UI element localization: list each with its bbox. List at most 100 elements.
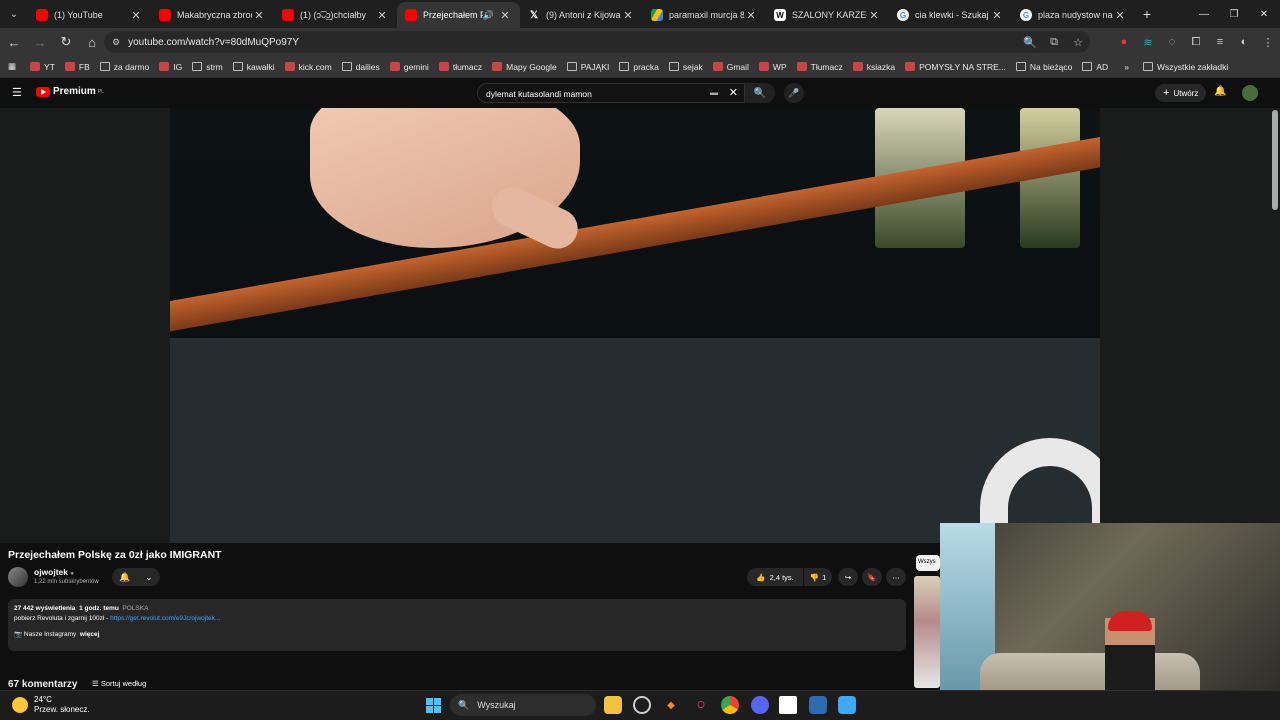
translate-extension-icon[interactable]: ≋ <box>1136 36 1160 49</box>
sort-comments-button[interactable]: ☰ Sortuj według <box>92 679 146 688</box>
description-box[interactable]: 27 442 wyświetlenia 1 godz. temu POLSKA … <box>8 599 906 651</box>
bookmark-item[interactable]: FB <box>64 62 90 72</box>
profile-avatar[interactable]: ◐ <box>1232 36 1256 48</box>
bookmark-item[interactable]: kick.com <box>284 62 332 72</box>
browser-tab[interactable]: paramaxil murcja 80 ✕ <box>643 2 766 28</box>
brave-icon[interactable]: ◆ <box>662 696 680 714</box>
notifications-bell-icon[interactable]: 🔔 <box>1214 86 1226 97</box>
new-tab-button[interactable]: + <box>1135 6 1159 22</box>
install-icon[interactable]: ⧉ <box>1042 36 1066 49</box>
steam-icon[interactable] <box>633 696 651 714</box>
tab-search-icon[interactable]: ⌄ <box>0 0 28 28</box>
bookmark-item[interactable]: za darmo <box>99 62 149 72</box>
show-more-link[interactable]: więcej <box>80 631 100 638</box>
browser-tab[interactable]: Gcia klewki - Szukaj w ✕ <box>889 2 1012 28</box>
create-button[interactable]: + Utwórz <box>1155 84 1207 102</box>
close-tab-icon[interactable]: ✕ <box>498 9 512 22</box>
record-extension-icon[interactable]: ● <box>1112 36 1136 48</box>
filter-chip-all[interactable]: Wszys <box>916 555 940 571</box>
bookmark-item[interactable]: PAJĄKI <box>566 62 609 72</box>
video-player[interactable] <box>0 108 1280 543</box>
browser-tab[interactable]: Gplaza nudystow nad ✕ <box>1012 2 1135 28</box>
forward-icon[interactable]: → <box>28 30 52 54</box>
all-bookmarks-folder[interactable]: Wszystkie zakładki <box>1142 62 1228 72</box>
bookmark-item[interactable]: IG <box>159 62 182 72</box>
discord-icon[interactable] <box>751 696 769 714</box>
close-tab-icon[interactable]: ✕ <box>867 9 881 22</box>
bookmark-item[interactable]: strm <box>192 62 223 72</box>
address-bar[interactable]: ⚙ youtube.com/watch?v=80dMuQPo97Y <box>104 31 1090 53</box>
bookmark-item[interactable]: Tłumacz <box>796 62 843 72</box>
bookmark-item[interactable]: pracka <box>619 62 659 72</box>
maximize-icon[interactable]: ❐ <box>1218 0 1250 28</box>
obs-icon[interactable] <box>779 696 797 714</box>
browser-tab[interactable]: Makabryczna zbrodnia✕ <box>151 2 274 28</box>
close-tab-icon[interactable]: ✕ <box>1113 9 1127 22</box>
video-frame[interactable] <box>170 108 1100 543</box>
revolut-link[interactable]: https://get.revolut.com/e9Jc/ojwojtek... <box>110 615 220 622</box>
clear-search-icon[interactable]: ✕ <box>729 86 738 99</box>
close-tab-icon[interactable]: ✕ <box>252 9 266 22</box>
start-button[interactable] <box>426 698 441 713</box>
file-explorer-icon[interactable] <box>604 696 622 714</box>
bookmark-item[interactable]: ksiazka <box>852 62 895 72</box>
account-avatar[interactable] <box>1242 85 1258 101</box>
photos-icon[interactable] <box>809 696 827 714</box>
bookmark-star-icon[interactable]: ☆ <box>1066 36 1090 49</box>
close-tab-icon[interactable]: ✕ <box>990 9 1004 22</box>
chrome-menu-icon[interactable]: ⋮ <box>1256 36 1280 49</box>
search-input[interactable]: dylemat kutasolandi mamon ▬ ✕ <box>477 83 745 103</box>
reload-icon[interactable]: ↻ <box>54 30 78 54</box>
browser-tab[interactable]: W SZALONY KARZEŁ PO✕ <box>766 2 889 28</box>
search-button[interactable]: 🔍 <box>745 83 775 103</box>
bookmark-item[interactable]: YT <box>30 62 55 72</box>
tab-audio-icon[interactable]: 🔊 <box>483 10 494 21</box>
close-tab-icon[interactable]: ✕ <box>744 9 758 22</box>
zoom-icon[interactable]: 🔍 <box>1018 36 1042 49</box>
voice-search-icon[interactable]: 🎤 <box>784 83 804 103</box>
taskbar-search[interactable]: 🔍 Wyszukaj <box>450 694 596 716</box>
close-tab-icon[interactable]: ✕ <box>129 9 143 22</box>
apps-grid-icon[interactable]: ▦ <box>8 61 16 72</box>
browser-tab[interactable]: (1) YouTube ✕ <box>28 2 151 28</box>
weather-widget[interactable]: 24°C Przew. słonecz. <box>12 695 90 715</box>
bookmark-item[interactable]: dailies <box>341 62 380 72</box>
bookmark-item[interactable]: gemini <box>389 62 429 72</box>
subscription-bell-button[interactable]: 🔔 ⌄ <box>112 568 160 586</box>
extension-icon[interactable]: ◌ <box>1160 36 1184 48</box>
bookmark-item[interactable]: POMYSŁY NA STRE... <box>905 62 1006 72</box>
more-actions-button[interactable]: ⋯ <box>886 568 906 586</box>
browser-tab[interactable]: (1) (ↄ͡ᴗ͜ↄ)chciałby ✕ <box>274 2 397 28</box>
close-tab-icon[interactable]: ✕ <box>375 9 389 22</box>
notepad-icon[interactable] <box>838 696 856 714</box>
extensions-puzzle-icon[interactable]: ⧠ <box>1184 36 1208 49</box>
like-button[interactable]: 👍 2,4 tys. <box>747 568 803 586</box>
bookmark-item[interactable]: Mapy Google <box>492 62 557 72</box>
bookmark-item[interactable]: kawałki <box>232 62 275 72</box>
minimize-icon[interactable]: — <box>1188 0 1220 28</box>
bookmark-item[interactable]: Gmail <box>712 62 749 72</box>
recommended-thumbnail[interactable] <box>914 576 940 688</box>
keyboard-icon[interactable]: ▬ <box>710 88 718 97</box>
opera-icon[interactable]: O <box>692 696 710 714</box>
media-control-icon[interactable]: ≡ <box>1208 36 1232 48</box>
bookmark-item[interactable]: tłumacz <box>438 62 482 72</box>
hamburger-menu-icon[interactable]: ☰ <box>12 86 22 99</box>
youtube-logo[interactable]: Premium PL <box>36 86 104 97</box>
bookmark-item[interactable]: WP <box>758 62 787 72</box>
back-icon[interactable]: ← <box>2 30 26 54</box>
more-bookmarks-icon[interactable]: » <box>1124 62 1129 72</box>
bookmark-item[interactable]: sejak <box>668 62 703 72</box>
share-button[interactable]: ↪ <box>838 568 858 586</box>
channel-avatar[interactable] <box>8 567 28 587</box>
browser-tab[interactable]: Przejechałem Pol🔊 ✕ <box>397 2 520 28</box>
bookmark-item[interactable]: Na bieżąco <box>1015 62 1072 72</box>
save-button[interactable]: 🔖 <box>862 568 882 586</box>
browser-tab[interactable]: 𝕏 (9) Antoni z Kijowa w✕ <box>520 2 643 28</box>
home-icon[interactable]: ⌂ <box>80 30 104 54</box>
site-info-icon[interactable]: ⚙ <box>112 37 120 48</box>
scrollbar-thumb[interactable] <box>1272 110 1278 210</box>
close-window-icon[interactable]: ✕ <box>1248 0 1280 28</box>
close-tab-icon[interactable]: ✕ <box>621 9 635 22</box>
dislike-button[interactable]: 👎 1 <box>804 568 832 586</box>
